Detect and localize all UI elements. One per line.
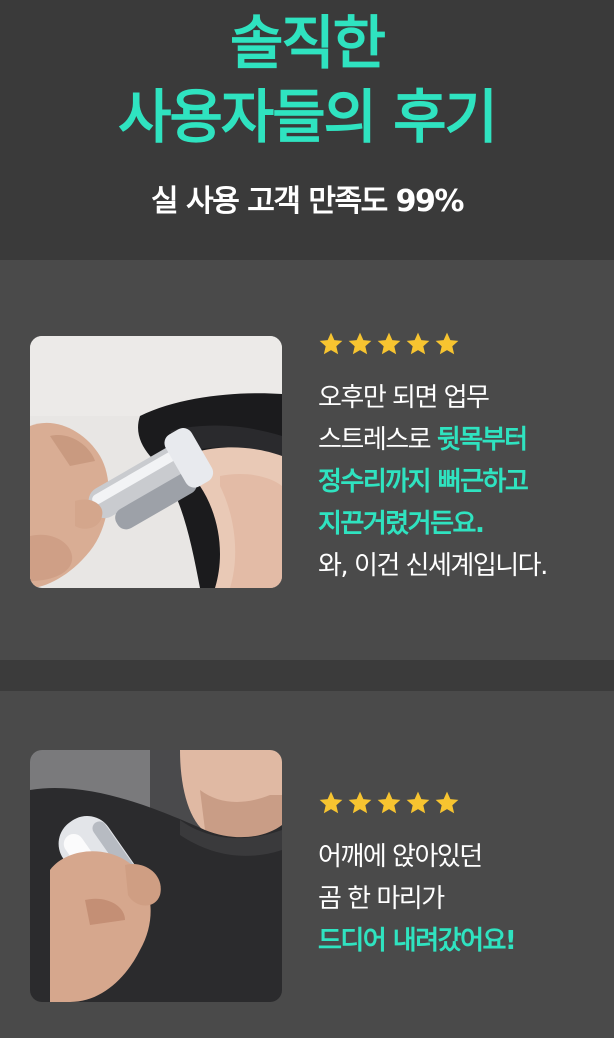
rating-stars [318, 790, 460, 816]
star-icon [348, 332, 372, 355]
review-line: 오후만 되면 업무 [318, 383, 490, 413]
star-icon [435, 791, 459, 814]
review-line: 곰 한 마리가 [318, 884, 445, 914]
star-icon [377, 791, 401, 814]
star-icon [319, 791, 343, 814]
review-text: 오후만 되면 업무 스트레스로 뒷목부터 정수리까지 뻐근하고 지끈거렸거든요.… [318, 377, 598, 587]
star-icon [435, 332, 459, 355]
shoulder-massage-photo [30, 750, 282, 1002]
star-icon [377, 332, 401, 355]
header-section: 솔직한 사용자들의 후기 실 사용 고객 만족도 99% [0, 0, 614, 260]
review-line: 정수리까지 뻐근하고 [318, 467, 529, 497]
review-line: 스트레스로 뒷목부터 [318, 425, 528, 455]
review-text: 어깨에 앉아있던 곰 한 마리가 드디어 내려갔어요! [318, 836, 598, 962]
page-subtitle: 실 사용 고객 만족도 99% [151, 184, 464, 219]
page-title-line1: 솔직한 [229, 9, 386, 77]
star-icon [348, 791, 372, 814]
review-line: 드디어 내려갔어요! [318, 926, 517, 956]
hair-massage-photo [30, 336, 282, 588]
rating-stars [318, 331, 460, 357]
section-divider [0, 660, 614, 691]
review-line: 지끈거렸거든요. [318, 509, 485, 539]
page-title-line2: 사용자들의 후기 [118, 83, 498, 151]
review-line: 와, 이건 신세계입니다. [318, 551, 548, 581]
review-card: 오후만 되면 업무 스트레스로 뒷목부터 정수리까지 뻐근하고 지끈거렸거든요.… [0, 260, 614, 660]
review-line: 어깨에 앉아있던 [318, 842, 483, 872]
star-icon [406, 791, 430, 814]
star-icon [406, 332, 430, 355]
star-icon [319, 332, 343, 355]
review-card: 어깨에 앉아있던 곰 한 마리가 드디어 내려갔어요! [0, 691, 614, 1038]
